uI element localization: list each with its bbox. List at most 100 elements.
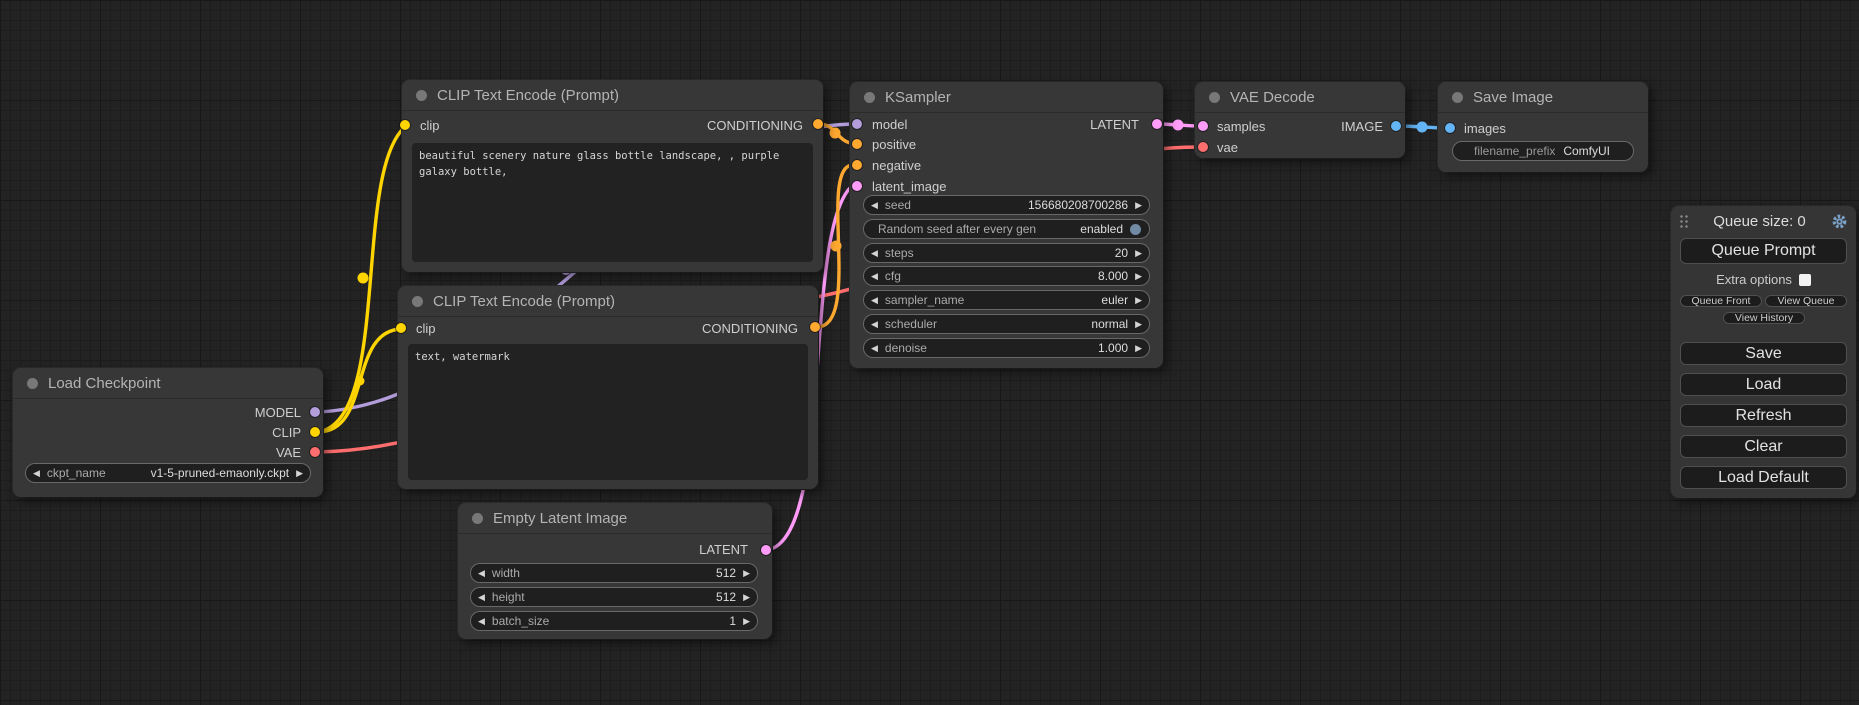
decrement-arrow-icon[interactable]: ◀ bbox=[871, 201, 878, 210]
increment-arrow-icon[interactable]: ▶ bbox=[743, 593, 750, 602]
collapse-dot-icon[interactable] bbox=[27, 378, 38, 389]
increment-arrow-icon[interactable]: ▶ bbox=[1135, 249, 1142, 258]
increment-arrow-icon[interactable]: ▶ bbox=[1135, 272, 1142, 281]
output-port-image[interactable] bbox=[1391, 121, 1401, 131]
widget-seed[interactable]: ◀ seed 156680208700286 ▶ bbox=[863, 195, 1150, 215]
save-button[interactable]: Save bbox=[1680, 342, 1847, 365]
node-vae-decode[interactable]: VAE Decode samples vae IMAGE bbox=[1195, 82, 1405, 158]
decrement-arrow-icon[interactable]: ◀ bbox=[871, 272, 878, 281]
node-ksampler[interactable]: KSampler model positive negative latent_… bbox=[850, 82, 1163, 368]
widget-random-seed-toggle[interactable]: Random seed after every gen enabled bbox=[863, 219, 1150, 239]
drag-handle-icon[interactable] bbox=[1679, 214, 1688, 229]
widget-cfg[interactable]: ◀ cfg 8.000 ▶ bbox=[863, 266, 1150, 286]
output-label-model: MODEL bbox=[255, 405, 301, 420]
output-port-vae[interactable] bbox=[310, 447, 320, 457]
output-port-model[interactable] bbox=[310, 407, 320, 417]
prompt-textarea[interactable]: beautiful scenery nature glass bottle la… bbox=[412, 143, 813, 262]
input-port-positive[interactable] bbox=[852, 139, 862, 149]
input-port-images[interactable] bbox=[1445, 123, 1455, 133]
increment-arrow-icon[interactable]: ▶ bbox=[296, 469, 303, 478]
collapse-dot-icon[interactable] bbox=[864, 92, 875, 103]
toggle-knob-icon[interactable] bbox=[1130, 224, 1141, 235]
refresh-button[interactable]: Refresh bbox=[1680, 404, 1847, 427]
node-clip-text-encode-negative[interactable]: CLIP Text Encode (Prompt) clip CONDITION… bbox=[398, 286, 818, 489]
decrement-arrow-icon[interactable]: ◀ bbox=[871, 344, 878, 353]
collapse-dot-icon[interactable] bbox=[1209, 92, 1220, 103]
view-queue-button[interactable]: View Queue bbox=[1765, 295, 1847, 307]
input-port-latent-image[interactable] bbox=[852, 181, 862, 191]
collapse-dot-icon[interactable] bbox=[416, 90, 427, 101]
decrement-arrow-icon[interactable]: ◀ bbox=[871, 320, 878, 329]
output-port-conditioning[interactable] bbox=[813, 119, 823, 129]
node-title-bar[interactable]: CLIP Text Encode (Prompt) bbox=[402, 80, 823, 111]
widget-scheduler[interactable]: ◀ scheduler normal ▶ bbox=[863, 314, 1150, 334]
node-title-bar[interactable]: CLIP Text Encode (Prompt) bbox=[398, 286, 818, 317]
input-port-clip[interactable] bbox=[396, 323, 406, 333]
node-title: Save Image bbox=[1473, 89, 1553, 106]
view-history-button[interactable]: View History bbox=[1723, 312, 1805, 324]
increment-arrow-icon[interactable]: ▶ bbox=[743, 569, 750, 578]
widget-filename-prefix[interactable]: filename_prefix ComfyUI bbox=[1452, 141, 1634, 161]
decrement-arrow-icon[interactable]: ◀ bbox=[478, 593, 485, 602]
output-label-clip: CLIP bbox=[272, 425, 301, 440]
input-port-model[interactable] bbox=[852, 119, 862, 129]
widget-steps[interactable]: ◀ steps 20 ▶ bbox=[863, 243, 1150, 263]
output-label-vae: VAE bbox=[276, 445, 301, 460]
node-clip-text-encode-positive[interactable]: CLIP Text Encode (Prompt) clip CONDITION… bbox=[402, 80, 823, 272]
widget-height[interactable]: ◀ height 512 ▶ bbox=[470, 587, 758, 607]
increment-arrow-icon[interactable]: ▶ bbox=[1135, 296, 1142, 305]
widget-batch-size[interactable]: ◀ batch_size 1 ▶ bbox=[470, 611, 758, 631]
input-port-samples[interactable] bbox=[1198, 121, 1208, 131]
node-load-checkpoint[interactable]: Load Checkpoint MODEL CLIP VAE ◀ ckpt_na… bbox=[13, 368, 323, 497]
widget-value: 1.000 bbox=[1098, 341, 1128, 355]
prompt-textarea[interactable]: text, watermark bbox=[408, 344, 808, 480]
increment-arrow-icon[interactable]: ▶ bbox=[743, 617, 750, 626]
output-port-latent[interactable] bbox=[1152, 119, 1162, 129]
collapse-dot-icon[interactable] bbox=[412, 296, 423, 307]
input-port-vae[interactable] bbox=[1198, 142, 1208, 152]
load-default-button[interactable]: Load Default bbox=[1680, 466, 1847, 489]
increment-arrow-icon[interactable]: ▶ bbox=[1135, 344, 1142, 353]
input-label-model: model bbox=[872, 117, 907, 132]
collapse-dot-icon[interactable] bbox=[1452, 92, 1463, 103]
node-title-bar[interactable]: VAE Decode bbox=[1195, 82, 1405, 113]
clear-button[interactable]: Clear bbox=[1680, 435, 1847, 458]
node-empty-latent-image[interactable]: Empty Latent Image LATENT ◀ width 512 ▶ … bbox=[458, 503, 772, 639]
node-graph-canvas[interactable]: Load Checkpoint MODEL CLIP VAE ◀ ckpt_na… bbox=[0, 0, 1859, 705]
input-port-clip[interactable] bbox=[400, 120, 410, 130]
collapse-dot-icon[interactable] bbox=[472, 513, 483, 524]
queue-front-button[interactable]: Queue Front bbox=[1680, 295, 1762, 307]
widget-value: 156680208700286 bbox=[1028, 198, 1128, 212]
node-title-bar[interactable]: Save Image bbox=[1438, 82, 1648, 113]
increment-arrow-icon[interactable]: ▶ bbox=[1135, 201, 1142, 210]
increment-arrow-icon[interactable]: ▶ bbox=[1135, 320, 1142, 329]
decrement-arrow-icon[interactable]: ◀ bbox=[871, 249, 878, 258]
input-port-negative[interactable] bbox=[852, 160, 862, 170]
output-port-clip[interactable] bbox=[310, 427, 320, 437]
input-label-negative: negative bbox=[872, 158, 921, 173]
node-title-bar[interactable]: Load Checkpoint bbox=[13, 368, 323, 399]
widget-value: 1 bbox=[729, 614, 736, 628]
node-title-bar[interactable]: KSampler bbox=[850, 82, 1163, 113]
queue-prompt-button[interactable]: Queue Prompt bbox=[1680, 238, 1847, 264]
decrement-arrow-icon[interactable]: ◀ bbox=[871, 296, 878, 305]
output-port-latent[interactable] bbox=[761, 545, 771, 555]
node-title-bar[interactable]: Empty Latent Image bbox=[458, 503, 772, 534]
widget-denoise[interactable]: ◀ denoise 1.000 ▶ bbox=[863, 338, 1150, 358]
load-button[interactable]: Load bbox=[1680, 373, 1847, 396]
widget-width[interactable]: ◀ width 512 ▶ bbox=[470, 563, 758, 583]
decrement-arrow-icon[interactable]: ◀ bbox=[478, 569, 485, 578]
widget-label: Random seed after every gen bbox=[878, 222, 1036, 236]
widget-value: 512 bbox=[716, 566, 736, 580]
node-save-image[interactable]: Save Image images filename_prefix ComfyU… bbox=[1438, 82, 1648, 172]
output-port-conditioning[interactable] bbox=[810, 322, 820, 332]
extra-options-checkbox[interactable] bbox=[1799, 274, 1811, 286]
link-dot bbox=[358, 273, 369, 284]
widget-label: height bbox=[492, 590, 525, 604]
widget-ckpt-name[interactable]: ◀ ckpt_name v1-5-pruned-emaonly.ckpt ▶ bbox=[25, 463, 311, 483]
queue-panel: Queue size: 0 Queue Prompt Extra options… bbox=[1671, 206, 1856, 498]
decrement-arrow-icon[interactable]: ◀ bbox=[33, 469, 40, 478]
gear-icon[interactable] bbox=[1831, 213, 1848, 230]
decrement-arrow-icon[interactable]: ◀ bbox=[478, 617, 485, 626]
widget-sampler-name[interactable]: ◀ sampler_name euler ▶ bbox=[863, 290, 1150, 310]
